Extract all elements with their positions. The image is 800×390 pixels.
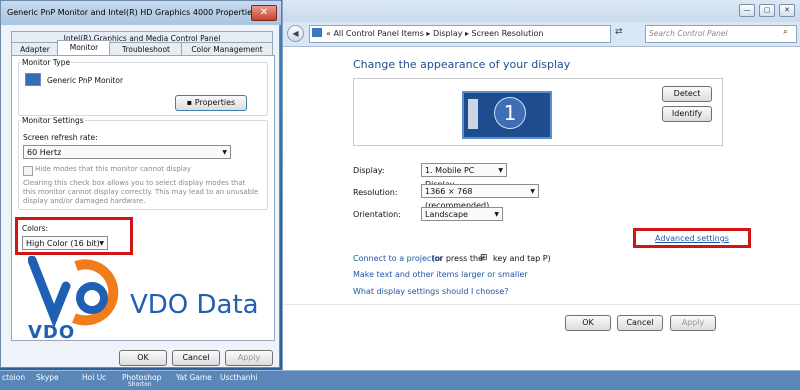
properties-button[interactable]: ▪ Properties: [175, 95, 247, 111]
breadcrumb[interactable]: « All Control Panel Items ▸ Display ▸ Sc…: [326, 29, 543, 38]
maximize-button[interactable]: ▢: [759, 4, 775, 17]
ok-button[interactable]: OK: [565, 315, 611, 331]
chevron-down-icon: ▼: [498, 167, 503, 174]
dialog-ok-button[interactable]: OK: [119, 350, 167, 366]
watermark-brand: VDO Data: [130, 290, 259, 320]
back-icon[interactable]: ◀: [287, 25, 304, 42]
refresh-rate-label: Screen refresh rate:: [23, 133, 98, 142]
taskbar-item[interactable]: Skype: [36, 373, 59, 382]
monitor-settings-group: Monitor Settings Screen refresh rate: 60…: [18, 116, 268, 210]
advanced-settings-link[interactable]: Advanced settings: [655, 234, 729, 243]
window-titlebar: — ▢ ✕: [283, 0, 800, 22]
display-settings-help-link[interactable]: What display settings should I choose?: [353, 287, 509, 296]
control-panel-icon: [312, 28, 322, 37]
identify-button[interactable]: Identify: [662, 106, 712, 122]
detect-button[interactable]: Detect: [662, 86, 712, 102]
vdo-logo-text: VDO: [28, 322, 76, 343]
taskbar-item[interactable]: ctoion: [2, 373, 25, 382]
windows-key-icon: ⊞: [480, 253, 488, 263]
taskbar-item[interactable]: Hoi Uc: [82, 373, 106, 382]
control-panel-window: — ▢ ✕ ◀ « All Control Panel Items ▸ Disp…: [282, 0, 800, 372]
chevron-down-icon: ▼: [530, 188, 535, 195]
dialog-apply-button[interactable]: Apply: [225, 350, 273, 366]
taskbar-item[interactable]: Uscthanhi: [220, 373, 257, 382]
display-select[interactable]: 1. Mobile PC Display▼: [421, 163, 507, 189]
orientation-label: Orientation:: [353, 210, 401, 219]
monitor-arrangement: 1 Detect Identify: [353, 78, 723, 146]
display-label: Display:: [353, 166, 385, 175]
connect-projector-link[interactable]: Connect to a projector: [353, 254, 443, 263]
cancel-button[interactable]: Cancel: [617, 315, 663, 331]
taskbar-item[interactable]: Yat Game: [176, 373, 212, 382]
apply-button[interactable]: Apply: [670, 315, 716, 331]
monitor-number: 1: [494, 97, 526, 129]
close-button[interactable]: ✕: [779, 4, 795, 17]
hide-modes-help: Clearing this check box allows you to se…: [23, 179, 259, 205]
chevron-down-icon: ▼: [222, 149, 227, 156]
minimize-button[interactable]: —: [739, 4, 755, 17]
hide-modes-checkbox[interactable]: [23, 166, 33, 176]
search-icon: ⌕: [783, 27, 789, 37]
hide-modes-label: Hide modes that this monitor cannot disp…: [35, 165, 192, 173]
monitor-name: Generic PnP Monitor: [47, 76, 124, 85]
address-bar-row: ◀ « All Control Panel Items ▸ Display ▸ …: [283, 22, 800, 47]
colors-highlight: [15, 217, 133, 255]
resolution-label: Resolution:: [353, 188, 398, 197]
close-icon[interactable]: ✕: [251, 5, 277, 21]
orientation-select[interactable]: Landscape ▼: [421, 207, 503, 221]
page-title: Change the appearance of your display: [353, 58, 571, 71]
text-size-link[interactable]: Make text and other items larger or smal…: [353, 270, 528, 279]
chevron-down-icon: ▼: [494, 211, 499, 218]
monitor-preview[interactable]: 1: [462, 91, 552, 139]
monitor-type-group: Monitor Type Generic PnP Monitor ▪ Prope…: [18, 58, 268, 116]
refresh-icon[interactable]: ⇄: [615, 27, 623, 37]
dialog-title: Generic PnP Monitor and Intel(R) HD Grap…: [7, 8, 257, 17]
shield-icon: ▪: [186, 98, 195, 107]
monitor-icon: [25, 73, 41, 86]
search-input[interactable]: Search Control Panel ⌕: [645, 25, 797, 43]
dialog-titlebar: Generic PnP Monitor and Intel(R) HD Grap…: [1, 1, 281, 25]
taskbar-item[interactable]: Shorton: [128, 381, 152, 388]
refresh-rate-select[interactable]: 60 Hertz ▼: [23, 145, 231, 159]
resolution-select[interactable]: 1366 × 768 (recommended) ▼: [421, 184, 539, 210]
address-bar[interactable]: « All Control Panel Items ▸ Display ▸ Sc…: [309, 25, 611, 43]
vdo-logo: [28, 256, 119, 328]
taskbar: ctoion Skype Hoi Uc Photoshop Shorton Ya…: [0, 370, 800, 390]
dialog-cancel-button[interactable]: Cancel: [172, 350, 220, 366]
